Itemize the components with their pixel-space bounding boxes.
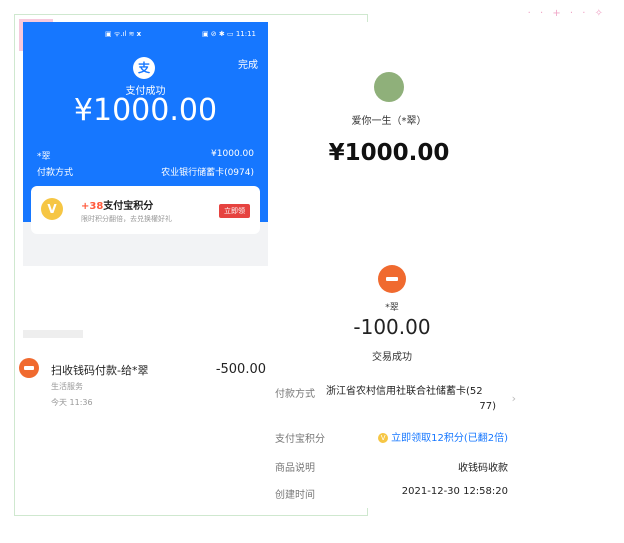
detail-method-value-line2: 77)	[479, 401, 496, 412]
bill-time: 今天 11:36	[51, 398, 93, 407]
payee-amount: ¥1000.00	[211, 149, 254, 159]
points-v-icon: V	[378, 433, 389, 443]
status-bar-left: ▣ ᯤ.ıl ≋ 𝘅	[105, 30, 142, 38]
claim-points-button[interactable]: 立即领	[219, 204, 250, 218]
detail-amount: -100.00	[353, 315, 431, 339]
receipt-screen: 爱你一生（*翠） ¥1000.00	[268, 22, 510, 266]
payment-code-icon	[378, 265, 406, 293]
bill-title: 扫收钱码付款-给*翠	[51, 364, 149, 377]
payment-success-screen: ▣ ᯤ.ıl ≋ 𝘅 ▣ ⊘ ✱ ▭ 11:11 完成 支 支付成功 ¥1000…	[23, 22, 268, 266]
points-promo-card[interactable]: V +38支付宝积分 限时积分翻倍，去兑换權好礼 立即领	[31, 186, 260, 234]
bill-list-item[interactable]: 扫收钱码付款-给*翠 -500.00 生活服务 今天 11:36	[19, 322, 268, 418]
done-button[interactable]: 完成	[238, 56, 258, 71]
decorative-sparkles: · · + · · ✧	[527, 8, 606, 19]
alipay-logo-icon: 支	[133, 57, 155, 79]
payment-amount: ¥1000.00	[73, 93, 218, 128]
points-promo-subtitle: 限时积分翻倍，去兑换權好礼	[81, 215, 172, 223]
detail-note-value: 收钱码收款	[458, 463, 508, 474]
payment-method-value: 农业银行储蓄卡(0974)	[161, 168, 254, 178]
chevron-right-icon[interactable]: ›	[512, 392, 516, 405]
avatar	[374, 72, 404, 102]
receipt-name: 爱你一生（*翠）	[351, 116, 427, 127]
detail-method-label: 付款方式	[275, 389, 315, 400]
claim-points-link[interactable]: V 立即领取12积分(已翻2倍)	[378, 429, 508, 444]
detail-payee-name: *翠	[385, 303, 399, 313]
points-promo-title: +38支付宝积分	[81, 197, 153, 212]
transaction-detail-screen: *翠 -100.00 交易成功 付款方式 浙江省农村信用社联合社储蓄卡(52 7…	[268, 258, 520, 508]
detail-note-label: 商品说明	[275, 463, 315, 474]
payment-method-label: 付款方式	[37, 168, 74, 178]
claim-points-link-text: 立即领取12积分(已翻2倍)	[391, 433, 508, 444]
status-bar-right: ▣ ⊘ ✱ ▭ 11:11	[201, 30, 256, 38]
payee-name: *翠	[37, 152, 51, 162]
receipt-amount: ¥1000.00	[328, 140, 450, 166]
detail-created-label: 创建时间	[275, 490, 315, 501]
bill-category: 生活服务	[51, 382, 83, 391]
payment-code-icon	[19, 358, 39, 378]
detail-points-label: 支付宝积分	[275, 434, 325, 445]
points-title-text: 支付宝积分	[103, 201, 154, 212]
cropped-header-fragment	[23, 330, 83, 338]
detail-method-value-line1: 浙江省农村信用社联合社储蓄卡(52	[326, 386, 483, 397]
status-bar: ▣ ᯤ.ıl ≋ 𝘅 ▣ ⊘ ✱ ▭ 11:11	[23, 30, 268, 42]
detail-created-value: 2021-12-30 12:58:20	[401, 486, 508, 497]
bill-amount: -500.00	[215, 362, 266, 377]
detail-method-value[interactable]: 浙江省农村信用社联合社储蓄卡(52 77)	[326, 384, 496, 414]
detail-status: 交易成功	[372, 352, 412, 363]
points-plus-value: +38	[81, 201, 104, 212]
points-v-icon: V	[41, 198, 63, 220]
